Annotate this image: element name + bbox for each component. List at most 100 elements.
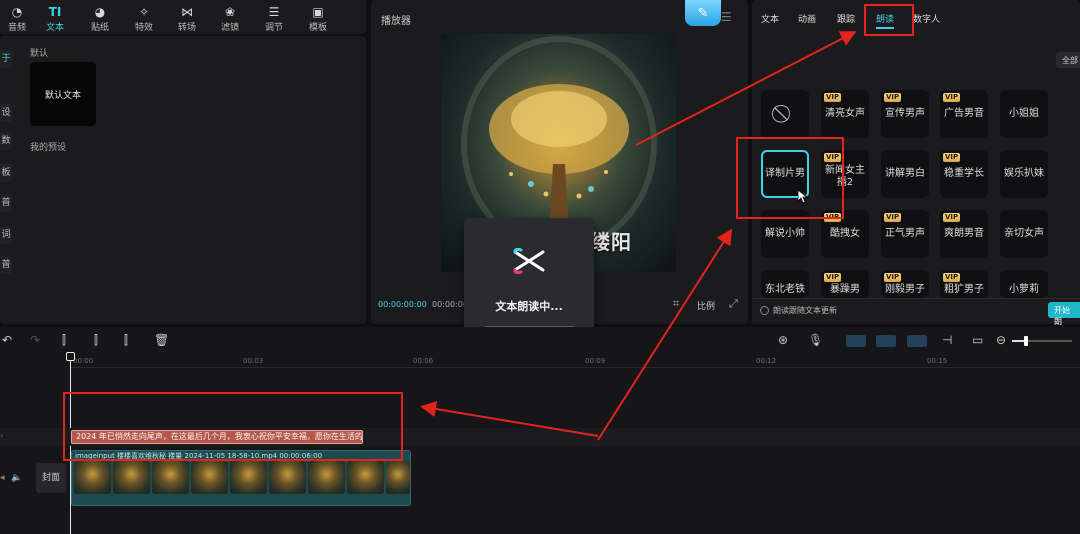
voice-item[interactable]: VIP 清亮女声 [821, 90, 869, 138]
side-tab[interactable]: 板 [0, 164, 12, 182]
text-icon: TI [48, 5, 62, 19]
adjust-icon: ☰ [268, 5, 280, 19]
magnet-button[interactable] [876, 335, 896, 347]
side-tab[interactable]: 设 [0, 104, 12, 122]
record-icon[interactable]: ⊛ [778, 333, 788, 347]
annotation-box-read-tab [864, 4, 914, 36]
zoom-slider-handle[interactable] [1024, 336, 1028, 346]
tool-audio[interactable]: ◔ 音频 [0, 4, 34, 33]
link-clips-button[interactable] [846, 335, 866, 347]
tool-sticker[interactable]: ◕ 贴纸 [83, 4, 117, 33]
vip-badge: VIP [943, 273, 961, 282]
tab-digital-human[interactable]: 数字人 [913, 12, 940, 25]
toolbar: ◔ 音频 TI 文本 ◕ 贴纸 ✧ 特效 ⋈ 转场 ❀ 滤镜 ☰ 调节 ▣ 模板 [0, 0, 366, 34]
tick-label: 00:06 [413, 357, 434, 365]
dialog-title: 文本朗读中... [495, 300, 563, 313]
app-logo-icon: ✎ [685, 0, 721, 26]
tab-tracking[interactable]: 跟踪 [837, 12, 855, 25]
voice-item[interactable]: VIP 正气男声 [881, 210, 929, 258]
tab-animation[interactable]: 动画 [798, 12, 816, 25]
preview-axis-button[interactable] [907, 335, 927, 347]
video-thumbnail [347, 461, 384, 494]
filter-all-button[interactable]: 全部 [1056, 52, 1080, 68]
vip-badge: VIP [824, 273, 842, 282]
fullscreen-icon[interactable]: ⤢ [729, 297, 738, 311]
tool-effects[interactable]: ✧ 特效 [127, 4, 161, 33]
audio-icon: ◔ [11, 5, 23, 19]
cover-button[interactable]: 封面 [36, 463, 66, 493]
default-text-card[interactable]: 默认文本 [30, 62, 96, 126]
split-left-icon[interactable]: ⫿ [94, 333, 98, 348]
vip-badge: VIP [884, 93, 902, 102]
video-thumbnail [74, 461, 111, 494]
track-volume-icon[interactable]: 🔈 [11, 473, 22, 483]
vip-badge: VIP [824, 93, 842, 102]
vip-badge: VIP [943, 93, 961, 102]
player-menu-icon[interactable]: ☰ [721, 10, 732, 24]
zoom-out-icon[interactable]: ⊖ [996, 333, 1006, 347]
current-time: 00:00:00:00 [378, 300, 427, 309]
tool-adjust[interactable]: ☰ 调节 [257, 4, 291, 33]
vip-badge: VIP [884, 273, 902, 282]
redo-icon[interactable]: ↷ [30, 333, 40, 347]
video-thumbnail [152, 461, 189, 494]
voice-item[interactable]: 亲切女声 [1000, 210, 1048, 258]
voice-item[interactable]: 小姐姐 [1000, 90, 1048, 138]
voice-item[interactable]: VIP 粗犷男子 [940, 270, 988, 298]
center-icon[interactable]: ⊣ [942, 333, 952, 347]
voice-item[interactable]: VIP 爽朗男音 [940, 210, 988, 258]
tick-label: 00:12 [756, 357, 777, 365]
side-tab[interactable]: 数 [0, 132, 12, 150]
voice-item[interactable]: VIP 刚毅男子 [881, 270, 929, 298]
default-section-header: 默认 [30, 49, 49, 59]
start-read-button[interactable]: 开始朗 [1048, 302, 1080, 326]
voice-item[interactable]: VIP 稳重学长 [940, 150, 988, 198]
side-tab[interactable]: 词 [0, 226, 12, 244]
playhead-handle[interactable] [66, 352, 75, 361]
voice-item[interactable]: 小萝莉 [1000, 270, 1048, 298]
voice-item[interactable]: 讲解男白 [881, 150, 929, 198]
tool-transition[interactable]: ⋈ 转场 [170, 4, 204, 33]
follow-text-label: 朗读跟随文本更新 [773, 306, 837, 315]
split-right-icon[interactable]: ⫿ [124, 333, 128, 348]
transition-icon: ⋈ [181, 5, 193, 19]
my-presets-header: 我的预设 [30, 143, 67, 153]
undo-icon[interactable]: ↶ [2, 333, 12, 347]
voice-item[interactable]: 娱乐扒妹 [1000, 150, 1048, 198]
sticker-icon: ◕ [94, 5, 106, 19]
tick-label: 00:00 [73, 357, 94, 365]
vip-badge: VIP [943, 213, 961, 222]
voice-item[interactable]: VIP 暴躁男 [821, 270, 869, 298]
zoom-slider[interactable] [1012, 336, 1072, 346]
tool-template[interactable]: ▣ 模板 [301, 4, 335, 33]
crop-icon[interactable]: ⌗ [673, 297, 679, 311]
tool-filter[interactable]: ❀ 滤镜 [213, 4, 247, 33]
track-mute-icon[interactable]: ◂ [0, 473, 5, 483]
total-time: 00:00:06 [432, 300, 468, 309]
voice-none[interactable]: ⃠ [761, 90, 809, 138]
mic-icon[interactable]: 🎙 [808, 333, 823, 347]
text-library-panel: 于 设 数 板 普 词 普 默认 默认文本 我的预设 [0, 36, 366, 324]
follow-text-checkbox[interactable] [760, 306, 769, 315]
vip-badge: VIP [884, 213, 902, 222]
side-tab[interactable]: 普 [0, 194, 12, 212]
ratio-button[interactable]: 比例 [697, 299, 715, 312]
split-icon[interactable]: ⫿ [62, 333, 66, 348]
tick-label: 00:03 [243, 357, 264, 365]
video-thumbnail [386, 461, 410, 494]
filter-icon: ❀ [224, 5, 236, 19]
tab-text[interactable]: 文本 [761, 12, 779, 25]
voice-item[interactable]: VIP 宣传男声 [881, 90, 929, 138]
video-thumbnail [269, 461, 306, 494]
voice-item[interactable]: 东北老铁 [761, 270, 809, 298]
tool-text[interactable]: TI 文本 [38, 4, 72, 33]
voice-item[interactable]: VIP 广告男音 [940, 90, 988, 138]
side-tab[interactable]: 于 [0, 50, 12, 68]
tick-label: 00:09 [585, 357, 606, 365]
video-thumbnail [191, 461, 228, 494]
screen-icon[interactable]: ▭ [972, 333, 983, 347]
delete-icon[interactable]: 🗑 [154, 333, 169, 347]
text-track-icon: › [0, 431, 4, 440]
side-tab[interactable]: 普 [0, 256, 12, 274]
capcut-logo-icon [513, 247, 545, 275]
